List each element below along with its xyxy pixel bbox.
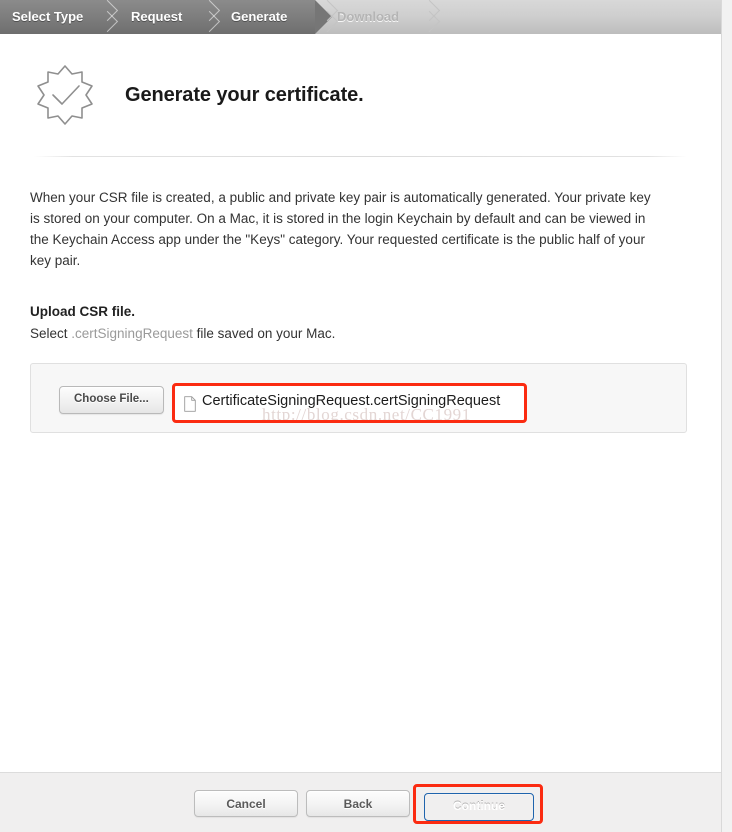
cancel-button[interactable]: Cancel [194, 790, 298, 817]
upload-sub-prefix: Select [30, 326, 72, 341]
step-breadcrumb: Select Type Request Generate Download [0, 0, 721, 34]
back-button[interactable]: Back [306, 790, 410, 817]
continue-button[interactable]: Continue [424, 793, 534, 821]
continue-button-highlight: Continue [413, 784, 543, 824]
content-area: Generate your certificate. When your CSR… [0, 34, 721, 433]
footer-bar: Cancel Back Continue [0, 772, 721, 832]
choose-file-button[interactable]: Choose File... [59, 386, 164, 414]
step-request[interactable]: Request [131, 0, 182, 34]
selected-file-name: CertificateSigningRequest.certSigningReq… [202, 393, 501, 409]
header-divider [34, 156, 687, 157]
step-download-label: Download [337, 9, 400, 24]
file-upload-panel: Choose File... CertificateSigningRequest… [30, 363, 687, 433]
upload-section-subtext: Select .certSigningRequest file saved on… [30, 326, 691, 341]
step-select-type-label: Select Type [12, 9, 84, 24]
selected-file-field[interactable]: CertificateSigningRequest.certSigningReq… [172, 383, 527, 423]
step-select-type[interactable]: Select Type [12, 0, 83, 34]
intro-paragraph: When your CSR file is created, a public … [30, 190, 651, 268]
upload-section-heading: Upload CSR file. [30, 304, 136, 319]
document-icon [184, 396, 196, 412]
upload-sub-extension: .certSigningRequest [71, 326, 193, 341]
step-generate[interactable]: Generate [231, 0, 287, 34]
step-chevron-2 [198, 0, 221, 34]
headline-row: Generate your certificate. [30, 34, 691, 138]
page-container: Select Type Request Generate Download Ge… [0, 0, 722, 832]
upload-sub-suffix: file saved on your Mac. [192, 326, 336, 341]
step-chevron-3 [316, 0, 339, 34]
step-request-label: Request [131, 9, 183, 24]
page-title: Generate your certificate. [125, 83, 364, 106]
step-download[interactable]: Download [337, 0, 399, 34]
step-chevron-4 [418, 0, 441, 34]
certificate-badge-check-icon [37, 65, 93, 125]
step-chevron-1 [96, 0, 119, 34]
step-generate-label: Generate [231, 9, 288, 24]
